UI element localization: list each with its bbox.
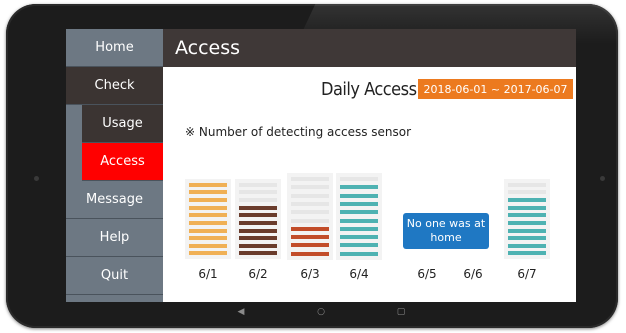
sensor-dot-left xyxy=(34,176,39,181)
recent-icon[interactable]: ▢ xyxy=(391,307,411,317)
chart-empty-segment xyxy=(508,190,546,195)
chart-bar-segment xyxy=(340,251,378,256)
sidebar-item-home[interactable]: Home xyxy=(66,29,163,67)
chart-bar-segment xyxy=(508,236,546,241)
sensor-dot-right xyxy=(600,176,605,181)
chart-empty-segment xyxy=(239,190,277,195)
chart-empty-segment xyxy=(291,218,329,223)
chart-bar-segment xyxy=(189,182,227,187)
chart-bar-segment xyxy=(189,198,227,203)
chart-bar-segment xyxy=(340,226,378,231)
sidebar-item-help[interactable]: Help xyxy=(66,219,163,257)
chart-bar-segment xyxy=(340,210,378,215)
chart-bar-segment xyxy=(340,202,378,206)
chart-column-6-7 xyxy=(504,179,550,259)
chart-bar-segment xyxy=(291,235,329,240)
chart-bar-segment xyxy=(189,190,227,195)
sidebar-item-usage[interactable]: Usage xyxy=(82,105,163,143)
chart-empty-segment xyxy=(239,198,277,203)
x-tick-label: 6/2 xyxy=(248,267,268,281)
chart-bar-segment xyxy=(291,226,329,231)
back-icon[interactable]: ◀ xyxy=(231,307,251,317)
chart-bar-segment xyxy=(508,228,546,233)
chart-bar-segment xyxy=(189,213,227,218)
app-screen: Home Check Usage Access Message Help Qui… xyxy=(66,29,576,302)
chart-bar-segment xyxy=(508,251,546,256)
chart-bar-segment xyxy=(508,243,546,248)
chart-bar-segment xyxy=(340,185,378,190)
chart-empty-segment xyxy=(291,193,329,198)
chart-bar-segment xyxy=(239,228,277,233)
x-tick-label: 6/1 xyxy=(198,267,218,281)
chart-bar-segment xyxy=(239,213,277,218)
chart-bar-segment xyxy=(340,193,378,198)
chart-empty-segment xyxy=(340,177,378,182)
chart-empty-segment xyxy=(508,182,546,187)
chart-bar-segment xyxy=(340,235,378,240)
chart-bar-segment xyxy=(340,218,378,223)
chart-bar-segment xyxy=(508,205,546,210)
daily-access-heading: Daily Access xyxy=(321,79,417,100)
sidebar: Home Check Usage Access Message Help Qui… xyxy=(66,29,163,302)
main-content: Daily Access 2018-06-01 ~ 2017-06-07 ※ N… xyxy=(163,67,576,302)
chart-bar-segment xyxy=(239,220,277,225)
android-nav-bar: ◀ ○ ▢ xyxy=(66,302,576,322)
chart-column-6-3 xyxy=(287,173,333,260)
chart-column-6-2 xyxy=(235,179,281,259)
x-tick-label: 6/3 xyxy=(300,267,320,281)
sidebar-item-message[interactable]: Message xyxy=(66,181,163,219)
chart-bar-segment xyxy=(239,236,277,241)
chart-bar-segment xyxy=(340,243,378,248)
chart-column-6-4 xyxy=(336,173,382,260)
chart-bar-segment xyxy=(189,205,227,210)
x-tick-label: 6/4 xyxy=(349,267,369,281)
chart-empty-segment xyxy=(291,177,329,182)
chart-bar-segment xyxy=(189,236,227,241)
chart-bar-segment xyxy=(291,251,329,256)
home-icon[interactable]: ○ xyxy=(311,307,331,317)
tablet-frame: Home Check Usage Access Message Help Qui… xyxy=(6,4,618,328)
chart-empty-segment xyxy=(291,210,329,215)
chart-bar-segment xyxy=(239,243,277,248)
x-tick-label: 6/5 xyxy=(417,267,437,281)
date-range-badge[interactable]: 2018-06-01 ~ 2017-06-07 xyxy=(418,79,573,99)
chart-empty-segment xyxy=(291,185,329,190)
sidebar-item-access[interactable]: Access xyxy=(82,143,163,181)
submenu-indent xyxy=(66,107,82,182)
chart-column-6-1 xyxy=(185,179,231,259)
chart-bar-segment xyxy=(239,251,277,256)
chart-bar-segment xyxy=(189,228,227,233)
chart-bar-segment xyxy=(189,220,227,225)
no-one-home-badge: No one was at home xyxy=(403,213,489,249)
chart-note: ※ Number of detecting access sensor xyxy=(185,125,412,139)
chart-empty-segment xyxy=(239,182,277,187)
chart-bar-segment xyxy=(508,220,546,225)
chart-bar-segment xyxy=(239,205,277,210)
chart-bar-segment xyxy=(189,251,227,256)
chart-bar-segment xyxy=(189,243,227,248)
x-tick-label: 6/7 xyxy=(517,267,537,281)
sidebar-item-check[interactable]: Check xyxy=(66,67,163,105)
chart-bar-segment xyxy=(291,243,329,248)
chart-empty-segment xyxy=(291,202,329,206)
x-tick-label: 6/6 xyxy=(463,267,483,281)
chart-bar-segment xyxy=(508,213,546,218)
page-title: Access xyxy=(163,29,576,67)
chart-bar-segment xyxy=(508,198,546,203)
sidebar-item-quit[interactable]: Quit xyxy=(66,257,163,295)
